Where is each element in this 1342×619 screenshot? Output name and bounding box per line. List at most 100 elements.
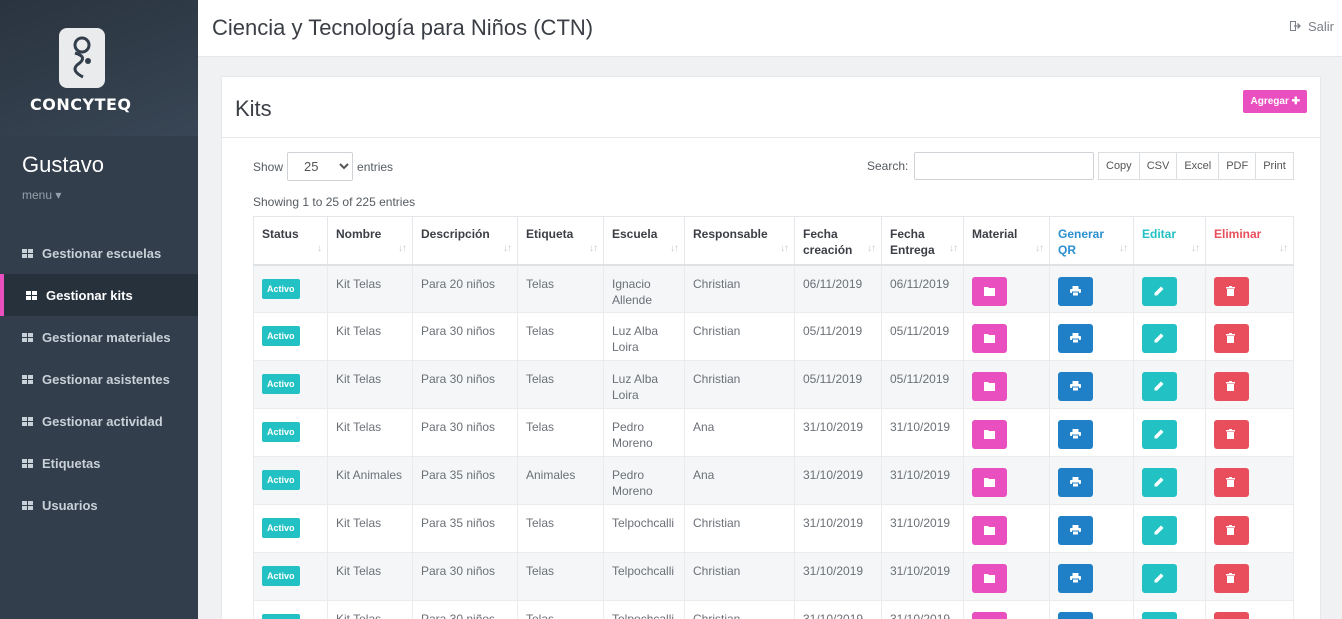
col-fecha-entrega[interactable]: Fecha Entrega ↓↑ bbox=[881, 216, 964, 266]
edit-button[interactable] bbox=[1142, 276, 1177, 306]
cell-responsable: Christian bbox=[684, 312, 795, 361]
cell-action bbox=[963, 264, 1050, 313]
cell-responsable: Christian bbox=[684, 552, 795, 601]
edit-button[interactable] bbox=[1142, 420, 1177, 449]
col-etiqueta[interactable]: Etiqueta ↓↑ bbox=[517, 216, 604, 266]
col-eliminar[interactable]: Eliminar ↓↑ bbox=[1205, 216, 1294, 266]
sort-icon: ↓↑ bbox=[867, 243, 876, 254]
sidebar-item-asistentes[interactable]: Gestionar asistentes bbox=[0, 358, 198, 400]
material-button[interactable] bbox=[972, 612, 1007, 619]
cell-action bbox=[963, 600, 1050, 619]
col-fecha-creacion[interactable]: Fecha creación ↓↑ bbox=[794, 216, 882, 266]
sort-icon: ↓↑ bbox=[1035, 243, 1044, 254]
cell-descripcion: Para 20 niños bbox=[412, 264, 518, 313]
cell-entrega: 31/10/2019 bbox=[881, 456, 964, 505]
edit-button[interactable] bbox=[1142, 372, 1177, 401]
panel-title: Kits bbox=[235, 96, 272, 121]
cell-action bbox=[1049, 552, 1134, 601]
cell-escuela: Ignacio Allende bbox=[603, 264, 685, 313]
qr-button[interactable] bbox=[1058, 324, 1093, 353]
delete-button[interactable] bbox=[1214, 372, 1249, 401]
material-button[interactable] bbox=[972, 564, 1007, 593]
add-button[interactable]: Agregar ✚ bbox=[1243, 90, 1307, 113]
sidebar-item-escuelas[interactable]: Gestionar escuelas bbox=[0, 232, 198, 274]
grid-icon bbox=[22, 416, 33, 426]
sort-icon: ↓↑ bbox=[398, 243, 407, 254]
material-button[interactable] bbox=[972, 468, 1007, 497]
delete-button[interactable] bbox=[1214, 516, 1249, 545]
grid-icon bbox=[22, 248, 33, 258]
cell-action bbox=[1049, 312, 1134, 361]
col-nombre[interactable]: Nombre ↓↑ bbox=[327, 216, 413, 266]
col-responsable[interactable]: Responsable ↓↑ bbox=[684, 216, 795, 266]
cell-status: Activo bbox=[253, 360, 328, 409]
cell-action bbox=[1049, 264, 1134, 313]
material-button[interactable] bbox=[972, 276, 1007, 306]
cell-entrega: 05/11/2019 bbox=[881, 360, 964, 409]
cell-action bbox=[1049, 408, 1134, 457]
cell-responsable: Ana bbox=[684, 408, 795, 457]
delete-button[interactable] bbox=[1214, 276, 1249, 306]
delete-button[interactable] bbox=[1214, 612, 1249, 619]
user-menu[interactable]: menu ▾ bbox=[22, 188, 61, 202]
cell-action bbox=[963, 456, 1050, 505]
edit-button[interactable] bbox=[1142, 564, 1177, 593]
cell-action bbox=[1205, 456, 1294, 505]
search-input[interactable] bbox=[914, 152, 1095, 180]
sidebar-item-actividad[interactable]: Gestionar actividad bbox=[0, 400, 198, 442]
col-escuela[interactable]: Escuela ↓↑ bbox=[603, 216, 685, 266]
kits-panel: Kits Agregar ✚ Show 25 entries Search: C… bbox=[221, 76, 1321, 619]
excel-button[interactable]: Excel bbox=[1176, 152, 1220, 180]
delete-button[interactable] bbox=[1214, 324, 1249, 353]
qr-button[interactable] bbox=[1058, 420, 1093, 449]
col-editar[interactable]: Editar ↓↑ bbox=[1133, 216, 1206, 266]
qr-button[interactable] bbox=[1058, 372, 1093, 401]
logout-button[interactable]: Salir bbox=[1289, 19, 1334, 34]
sidebar-item-materiales[interactable]: Gestionar materiales bbox=[0, 316, 198, 358]
cell-action bbox=[1133, 600, 1206, 619]
qr-button[interactable] bbox=[1058, 276, 1093, 306]
status-badge: Activo bbox=[262, 614, 300, 619]
qr-button[interactable] bbox=[1058, 564, 1093, 593]
pdf-button[interactable]: PDF bbox=[1218, 152, 1257, 180]
cell-action bbox=[1133, 552, 1206, 601]
sidebar-item-usuarios[interactable]: Usuarios bbox=[0, 484, 198, 526]
delete-button[interactable] bbox=[1214, 468, 1249, 497]
cell-responsable: Christian bbox=[684, 504, 795, 553]
cell-creacion: 06/11/2019 bbox=[794, 264, 882, 313]
material-button[interactable] bbox=[972, 420, 1007, 449]
sidebar-item-label: Gestionar actividad bbox=[42, 413, 163, 429]
edit-button[interactable] bbox=[1142, 324, 1177, 353]
delete-button[interactable] bbox=[1214, 564, 1249, 593]
cell-escuela: Luz Alba Loira bbox=[603, 360, 685, 409]
edit-button[interactable] bbox=[1142, 516, 1177, 545]
qr-button[interactable] bbox=[1058, 612, 1093, 619]
user-name: Gustavo bbox=[22, 152, 104, 177]
sidebar-item-etiquetas[interactable]: Etiquetas bbox=[0, 442, 198, 484]
material-button[interactable] bbox=[972, 516, 1007, 545]
material-button[interactable] bbox=[972, 372, 1007, 401]
sidebar: CONCYTEQ Gustavo menu ▾ Gestionar escuel… bbox=[0, 0, 198, 619]
sort-icon: ↓↑ bbox=[670, 243, 679, 254]
sidebar-item-kits[interactable]: Gestionar kits bbox=[0, 274, 198, 316]
cell-status: Activo bbox=[253, 552, 328, 601]
col-generar-qr[interactable]: Generar QR ↓↑ bbox=[1049, 216, 1134, 266]
cell-status: Activo bbox=[253, 504, 328, 553]
delete-button[interactable] bbox=[1214, 420, 1249, 449]
qr-button[interactable] bbox=[1058, 468, 1093, 497]
edit-button[interactable] bbox=[1142, 468, 1177, 497]
csv-button[interactable]: CSV bbox=[1138, 152, 1178, 180]
cell-descripcion: Para 30 niños bbox=[412, 360, 518, 409]
edit-button[interactable] bbox=[1142, 612, 1177, 619]
material-button[interactable] bbox=[972, 324, 1007, 353]
print-button[interactable]: Print bbox=[1255, 152, 1294, 180]
grid-icon bbox=[22, 374, 33, 384]
sign-out-icon bbox=[1289, 19, 1302, 34]
page-size-select[interactable]: 25 bbox=[287, 152, 354, 181]
copy-button[interactable]: Copy bbox=[1098, 152, 1140, 180]
col-material[interactable]: Material ↓↑ bbox=[963, 216, 1050, 266]
col-status[interactable]: Status ↓ bbox=[253, 216, 328, 266]
table-header-row: Status ↓ Nombre ↓↑ Descripción ↓↑ Etiqueta ↓… bbox=[253, 216, 1294, 266]
qr-button[interactable] bbox=[1058, 516, 1093, 545]
col-descripcion[interactable]: Descripción ↓↑ bbox=[412, 216, 518, 266]
